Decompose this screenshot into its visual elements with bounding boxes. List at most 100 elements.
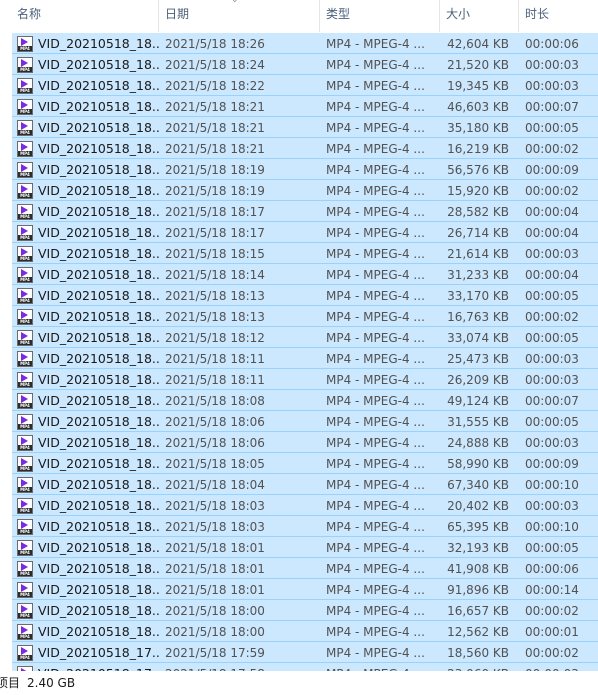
file-row[interactable]: MP4 VID_20210518_18... 2021/5/18 18:06 MP4 … xyxy=(12,411,598,432)
file-size: 21,614 KB xyxy=(447,247,509,261)
file-name-cell[interactable]: MP4 VID_20210518_18... xyxy=(12,475,159,494)
file-row[interactable]: MP4 VID_20210518_18... 2021/5/18 18:01 MP4 … xyxy=(12,558,598,579)
file-row[interactable]: MP4 VID_20210518_18... 2021/5/18 18:12 MP4 … xyxy=(12,327,598,348)
sort-descending-icon: ⌄ xyxy=(231,0,239,5)
file-duration: 00:00:14 xyxy=(525,583,579,597)
file-row[interactable]: MP4 VID_20210518_18... 2021/5/18 18:03 MP4 … xyxy=(12,516,598,537)
file-name-cell[interactable]: MP4 VID_20210518_18... xyxy=(12,34,159,53)
column-header-name[interactable]: 名称 xyxy=(0,0,159,32)
file-row[interactable]: MP4 VID_20210518_18... 2021/5/18 18:21 MP4 … xyxy=(12,117,598,138)
file-row[interactable]: MP4 VID_20210518_18... 2021/5/18 18:03 MP4 … xyxy=(12,495,598,516)
file-name-cell[interactable]: MP4VID_20210518_17... xyxy=(12,664,159,671)
file-row[interactable]: MP4 VID_20210518_17... 2021/5/18 17:59 MP4 … xyxy=(12,642,598,663)
file-row[interactable]: MP4 VID_20210518_18... 2021/5/18 18:17 MP4 … xyxy=(12,201,598,222)
file-row[interactable]: MP4 VID_20210518_18... 2021/5/18 18:19 MP4 … xyxy=(12,159,598,180)
file-size: 32,193 KB xyxy=(447,541,509,555)
file-name-cell[interactable]: MP4VID_20210518_17... xyxy=(12,643,159,662)
file-type: MP4 - MPEG-4 ... xyxy=(326,562,425,576)
file-name-cell[interactable]: MP4 VID_20210518_18... xyxy=(12,349,159,368)
file-list[interactable]: MP4 VID_20210518_18... 2021/5/18 18:26 MP4 … xyxy=(12,33,598,671)
file-name-cell[interactable]: MP4 VID_20210518_18... xyxy=(12,244,159,263)
file-duration: 00:00:09 xyxy=(525,163,579,177)
file-name: VID_20210518_18... xyxy=(38,266,159,282)
file-name-cell[interactable]: MP4 VID_20210518_18... xyxy=(12,580,159,599)
file-row[interactable]: MP4 VID_20210518_18... 2021/5/18 18:04 MP4 … xyxy=(12,474,598,495)
file-name-cell[interactable]: MP4 VID_20210518_18... xyxy=(12,622,159,641)
file-row[interactable]: MP4 VID_20210518_18... 2021/5/18 18:15 MP4 … xyxy=(12,243,598,264)
file-name-cell[interactable]: MP4 VID_20210518_18... xyxy=(12,139,159,158)
file-name-cell[interactable]: MP4 VID_20210518_18... xyxy=(12,433,159,452)
column-header-type[interactable]: 类型 xyxy=(320,0,440,32)
file-duration: 00:00:03 xyxy=(525,247,579,261)
file-row[interactable]: MP4 VID_20210518_18... 2021/5/18 18:22 MP4 … xyxy=(12,75,598,96)
file-name-cell[interactable]: MP4 VID_20210518_18... xyxy=(12,118,159,137)
file-name: VID_20210518_18... xyxy=(38,581,159,597)
mp4-video-file-icon: MP4 xyxy=(17,203,33,220)
file-name-cell[interactable]: MP4 VID_20210518_18... xyxy=(12,370,159,389)
file-name-cell[interactable]: MP4 VID_20210518_18... xyxy=(12,454,159,473)
file-row[interactable]: MP4 VID_20210518_18... 2021/5/18 18:01 MP4 … xyxy=(12,537,598,558)
file-name-cell[interactable]: MP4 VID_20210518_18... xyxy=(12,202,159,221)
file-name-cell[interactable]: MP4 VID_20210518_18... xyxy=(12,391,159,410)
file-duration: 00:00:05 xyxy=(525,121,579,135)
file-duration: 00:00:05 xyxy=(525,541,579,555)
file-row[interactable]: MP4 VID_20210518_18... 2021/5/18 18:06 MP4 … xyxy=(12,432,598,453)
mp4-video-file-icon: MP4 xyxy=(17,161,33,178)
file-row[interactable]: MP4 VID_20210518_18... 2021/5/18 18:13 MP4 … xyxy=(12,285,598,306)
file-row[interactable]: MP4 VID_20210518_18... 2021/5/18 18:05 MP4 … xyxy=(12,453,598,474)
file-type: MP4 - MPEG-4 ... xyxy=(326,184,425,198)
file-type: MP4 - MPEG-4 ... xyxy=(326,268,425,282)
file-name-cell[interactable]: MP4 VID_20210518_18... xyxy=(12,223,159,242)
file-row[interactable]: MP4 VID_20210518_18... 2021/5/18 18:24 MP4 … xyxy=(12,54,598,75)
file-row[interactable]: MP4 VID_20210518_18... 2021/5/18 18:26 MP4 … xyxy=(12,33,598,54)
file-row[interactable]: MP4 VID_20210518_18... 2021/5/18 18:19 MP4 … xyxy=(12,180,598,201)
file-name-cell[interactable]: MP4 VID_20210518_18... xyxy=(12,307,159,326)
file-type: MP4 - MPEG-4 ... xyxy=(326,226,425,240)
file-name-cell[interactable]: MP4 VID_20210518_18... xyxy=(12,412,159,431)
file-row[interactable]: MP4 VID_20210518_18... 2021/5/18 18:17 MP4 … xyxy=(12,222,598,243)
mp4-video-file-icon: MP4 xyxy=(17,98,33,115)
file-name-cell[interactable]: MP4 VID_20210518_18... xyxy=(12,97,159,116)
column-header-date[interactable]: ⌄ 日期 xyxy=(159,0,320,32)
file-name-cell[interactable]: MP4 VID_20210518_18... xyxy=(12,55,159,74)
file-size: 15,920 KB xyxy=(447,184,509,198)
file-date: 2021/5/18 18:22 xyxy=(165,79,265,93)
file-duration: 00:00:02 xyxy=(525,604,579,618)
file-name-cell[interactable]: MP4 VID_20210518_18... xyxy=(12,265,159,284)
file-name-cell[interactable]: MP4 VID_20210518_18... xyxy=(12,328,159,347)
file-row[interactable]: MP4 VID_20210518_18... 2021/5/18 18:13 MP4 … xyxy=(12,306,598,327)
file-date: 2021/5/18 18:00 xyxy=(165,625,265,639)
file-row[interactable]: MP4 VID_20210518_18... 2021/5/18 18:00 MP4 … xyxy=(12,621,598,642)
file-row[interactable]: MP4 VID_20210518_18... 2021/5/18 18:08 MP4 … xyxy=(12,390,598,411)
column-header-duration[interactable]: 时长 xyxy=(519,0,598,32)
mp4-video-file-icon: MP4 xyxy=(17,413,33,430)
file-name-cell[interactable]: MP4 VID_20210518_18... xyxy=(12,181,159,200)
file-row[interactable]: MP4 VID_20210518_18... 2021/5/18 18:11 MP4 … xyxy=(12,348,598,369)
file-row[interactable]: MP4 VID_20210518_18... 2021/5/18 18:01 MP4 … xyxy=(12,579,598,600)
file-row[interactable]: MP4 VID_20210518_18... 2021/5/18 18:14 MP4 … xyxy=(12,264,598,285)
file-name-cell[interactable]: MP4 VID_20210518_18... xyxy=(12,601,159,620)
file-type: MP4 - MPEG-4 ... xyxy=(326,205,425,219)
file-name-cell[interactable]: MP4 VID_20210518_18... xyxy=(12,76,159,95)
file-row[interactable]: MP4 VID_20210518_18... 2021/5/18 18:11 MP4 … xyxy=(12,369,598,390)
column-header-size[interactable]: 大小 xyxy=(440,0,519,32)
file-name-cell[interactable]: MP4 VID_20210518_18... xyxy=(12,160,159,179)
mp4-video-file-icon: MP4 xyxy=(17,245,33,262)
file-row[interactable]: MP4 VID_20210518_18... 2021/5/18 18:21 MP4 … xyxy=(12,138,598,159)
file-name-cell[interactable]: MP4 VID_20210518_18... xyxy=(12,286,159,305)
file-size: 16,763 KB xyxy=(447,310,509,324)
file-size: 46,603 KB xyxy=(447,100,509,114)
file-name-cell[interactable]: MP4 VID_20210518_18... xyxy=(12,559,159,578)
file-name-cell[interactable]: MP4 VID_20210518_18... xyxy=(12,517,159,536)
file-name: VID_20210518_18... xyxy=(38,392,159,408)
file-name-cell[interactable]: MP4 VID_20210518_18... xyxy=(12,538,159,557)
column-header-date-label: 日期 xyxy=(165,7,190,21)
file-row[interactable]: MP4 VID_20210518_18... 2021/5/18 18:00 MP4 … xyxy=(12,600,598,621)
file-row[interactable]: MP4 VID_20210518_18... 2021/5/18 18:21 MP4 … xyxy=(12,96,598,117)
file-duration: 00:00:02 xyxy=(525,142,579,156)
file-row[interactable]: MP4VID_20210518_17...2021/5/18 17:58MP4 … xyxy=(12,663,598,671)
file-size: 33,074 KB xyxy=(447,331,509,345)
file-name-cell[interactable]: MP4 VID_20210518_18... xyxy=(12,496,159,515)
file-type: MP4 - MPEG-4 ... xyxy=(326,310,425,324)
file-size: 16,657 KB xyxy=(447,604,509,618)
